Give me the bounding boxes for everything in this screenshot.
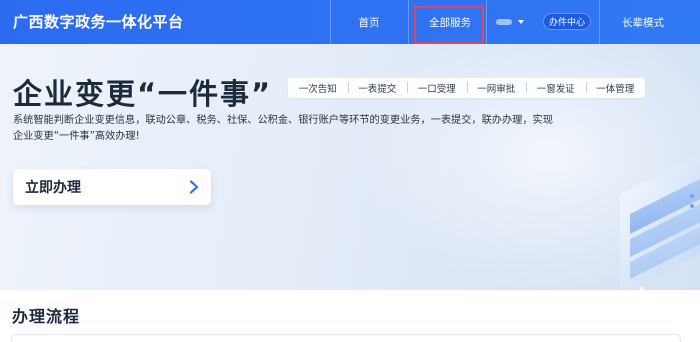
tag-item: 一体管理	[585, 81, 646, 95]
platform-illustration	[620, 154, 700, 290]
hero-banner: 企业变更“一件事” 一次告知 一表提交 一口受理 一网审批 一窗发证 一体管理 …	[0, 44, 700, 290]
nav-divider	[486, 0, 487, 44]
description-line: 企业变更“一件事”高效办理!	[13, 131, 140, 142]
apply-now-label: 立即办理	[25, 180, 81, 196]
tag-item: 一口受理	[407, 81, 467, 95]
hero-title: 企业变更“一件事”	[13, 77, 273, 111]
feature-tags: 一次告知 一表提交 一口受理 一网审批 一窗发证 一体管理	[288, 78, 645, 98]
nav-all-services-link[interactable]: 全部服务	[416, 0, 484, 44]
tag-item: 一表提交	[347, 81, 408, 95]
process-card	[11, 334, 681, 342]
office-center-button[interactable]: 办件中心	[543, 13, 591, 30]
tag-item: 一次告知	[298, 84, 337, 95]
user-name-placeholder	[496, 19, 512, 25]
brand-title[interactable]: 广西数字政务一体化平台	[13, 11, 184, 32]
nav-home-link[interactable]: 首页	[330, 0, 408, 44]
tag-item: 一窗发证	[526, 81, 586, 95]
top-nav-bar: 广西数字政务一体化平台 首页 全部服务 办件中心 长辈模式	[0, 0, 700, 44]
elder-mode-link[interactable]: 长辈模式	[603, 0, 683, 44]
hero-description: 系统智能判断企业变更信息，联动公章、税务、社保、公积金、银行账户等环节的变更业务…	[13, 113, 553, 145]
description-line: 系统智能判断企业变更信息，联动公章、税务、社保、公积金、银行账户等环节的变更业务…	[13, 115, 553, 126]
nav-divider	[599, 0, 600, 44]
nav-divider	[408, 0, 409, 44]
process-section-title: 办理流程	[12, 307, 81, 326]
chevron-right-icon	[189, 180, 199, 194]
apply-now-button[interactable]: 立即办理	[13, 169, 211, 205]
chevron-down-icon	[518, 20, 524, 24]
tag-item: 一网审批	[466, 81, 527, 95]
user-menu-dropdown[interactable]	[490, 0, 530, 44]
